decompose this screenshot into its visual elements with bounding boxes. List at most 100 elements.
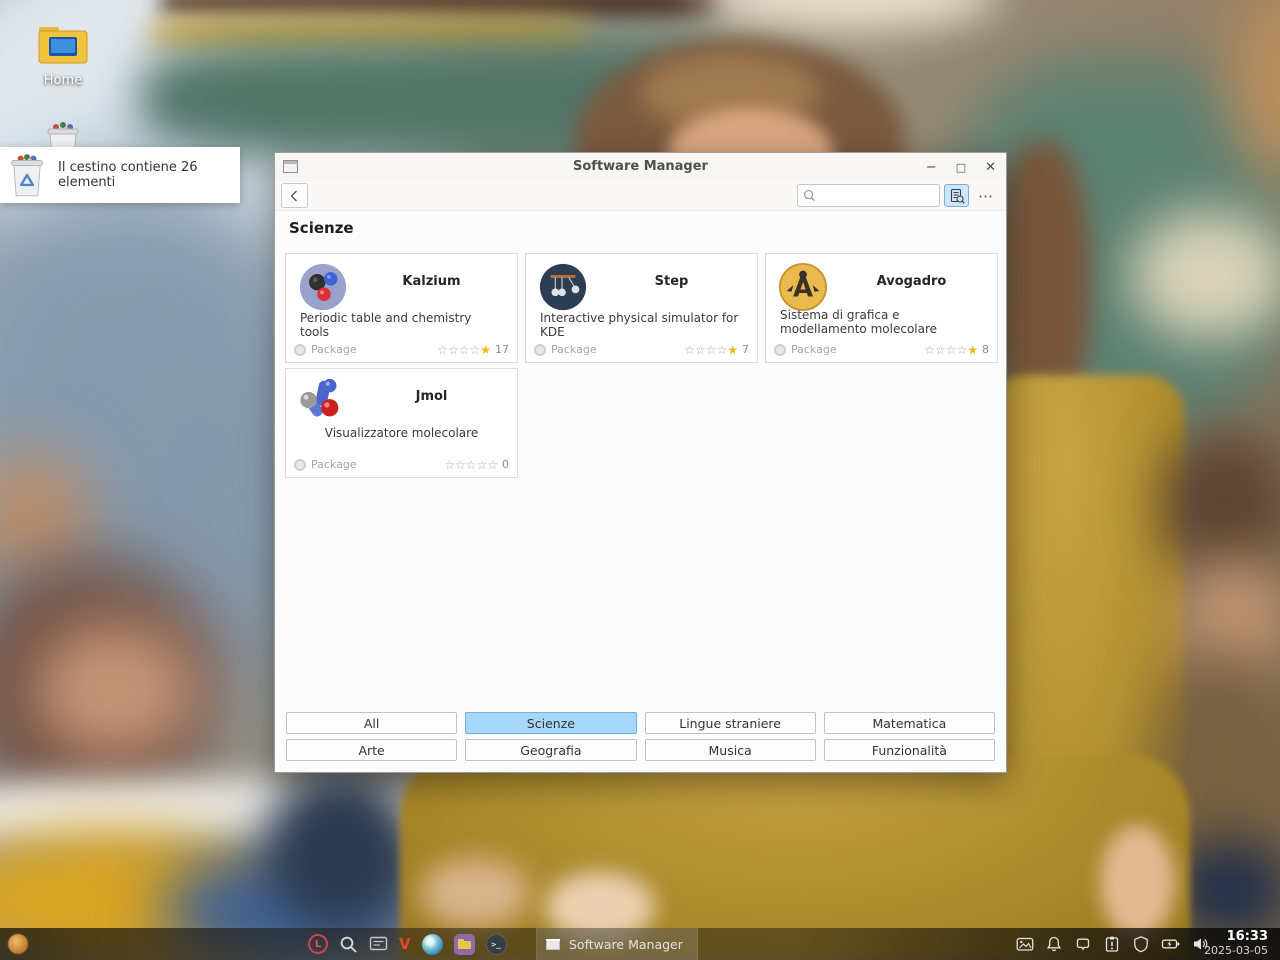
battery-charging-tray-icon[interactable] — [1161, 935, 1181, 953]
package-icon — [534, 344, 546, 356]
update-manager-tray-icon[interactable] — [1103, 935, 1121, 953]
desktop-screen: Home Il cestino contiene 26 elementi Sof… — [0, 0, 1280, 960]
step-icon — [538, 262, 588, 312]
package-label: Package — [551, 343, 597, 356]
rating-star-gold: ★ — [967, 344, 978, 356]
software-manager-window: Software Manager − □ ✕ — [274, 152, 1007, 773]
clock-date: 2025-03-05 — [1192, 944, 1268, 958]
kalzium-icon — [298, 262, 348, 312]
taskbar-window-label: Software Manager — [569, 937, 683, 952]
category-button-musica[interactable]: Musica — [645, 739, 816, 761]
app-card-step[interactable]: Step Interactive physical simulator for … — [525, 253, 758, 363]
screenshot-tray-icon[interactable] — [1016, 935, 1034, 953]
category-button-geografia[interactable]: Geografia — [465, 739, 636, 761]
category-button-lingue-straniere[interactable]: Lingue straniere — [645, 712, 816, 734]
trash-tooltip: Il cestino contiene 26 elementi — [0, 147, 240, 203]
libreoffice-launcher-icon[interactable]: L — [308, 934, 328, 954]
rating-star-gold: ★ — [727, 344, 738, 356]
firewall-shield-tray-icon[interactable] — [1132, 935, 1150, 953]
package-label: Package — [791, 343, 837, 356]
category-button-all[interactable]: All — [286, 712, 457, 734]
window-title: Software Manager — [275, 159, 1006, 174]
back-button[interactable] — [281, 183, 308, 208]
rating-count: 0 — [502, 458, 509, 471]
system-tray — [1016, 928, 1210, 960]
app-name: Kalzium — [354, 274, 509, 289]
vlc-launcher-icon[interactable]: V — [399, 935, 411, 953]
clock[interactable]: 16:33 2025-03-05 — [1192, 930, 1268, 958]
app-description: Periodic table and chemistry tools — [300, 311, 503, 339]
package-icon — [294, 344, 306, 356]
rating-stars: ☆☆☆☆ — [924, 344, 967, 356]
wallpaper-blob — [30, 620, 200, 760]
search-icon — [803, 189, 816, 202]
report-tray-icon[interactable] — [1074, 935, 1092, 953]
notifications-bell-icon[interactable] — [1045, 935, 1063, 953]
avogadro-icon: A — [778, 262, 828, 312]
trash-icon — [8, 151, 46, 199]
app-card-grid: Kalzium Periodic table and chemistry too… — [285, 253, 998, 478]
search-input[interactable] — [819, 186, 931, 205]
home-folder-icon — [38, 24, 88, 66]
launcher-icons: L V >_ — [308, 928, 507, 960]
trash-tooltip-text: Il cestino contiene 26 elementi — [58, 160, 240, 190]
rating-stars: ☆☆☆☆☆ — [444, 459, 498, 471]
software-list-launcher-icon[interactable] — [369, 936, 388, 953]
app-description: Sistema di grafica e modellamento moleco… — [780, 308, 983, 336]
wallpaper-blob — [160, 0, 720, 16]
package-label: Package — [311, 343, 357, 356]
desktop-icon-label: Home — [28, 73, 98, 88]
terminal-launcher-icon[interactable]: >_ — [486, 934, 507, 955]
maximize-button[interactable]: □ — [956, 162, 966, 173]
menu-launcher-icon[interactable] — [8, 934, 28, 954]
rating-star-gold: ★ — [480, 344, 491, 356]
jmol-icon — [298, 377, 348, 427]
wallpaper-blob — [1160, 430, 1280, 580]
app-name: Jmol — [354, 389, 509, 404]
app-card-footer: Package ☆☆☆☆ ★ 8 — [774, 342, 989, 357]
app-card-avogadro[interactable]: A Avogadro Sistema di grafica e modellam… — [765, 253, 998, 363]
app-card-footer: Package ☆☆☆☆ ★ 17 — [294, 342, 509, 357]
browser-launcher-icon[interactable] — [422, 934, 443, 955]
files-launcher-icon[interactable] — [454, 934, 475, 955]
app-name: Avogadro — [834, 274, 989, 289]
toolbar: ⋯ — [275, 181, 1006, 211]
clock-time: 16:33 — [1192, 930, 1268, 944]
search-in-list-button[interactable] — [944, 184, 969, 207]
rating-stars: ☆☆☆☆ — [684, 344, 727, 356]
category-button-matematica[interactable]: Matematica — [824, 712, 995, 734]
document-search-icon — [949, 188, 965, 204]
menu-button[interactable]: ⋯ — [974, 184, 998, 207]
category-button-arte[interactable]: Arte — [286, 739, 457, 761]
wallpaper-blob — [700, 0, 1000, 30]
category-button-scienze[interactable]: Scienze — [465, 712, 636, 734]
search-launcher-icon[interactable] — [339, 935, 358, 954]
app-card-footer: Package ☆☆☆☆☆ 0 — [294, 457, 509, 472]
section-title: Scienze — [289, 219, 354, 237]
desktop-icon-home[interactable]: Home — [28, 24, 98, 88]
app-card-jmol[interactable]: Jmol Visualizzatore molecolare Package ☆… — [285, 368, 518, 478]
app-description: Interactive physical simulator for KDE — [540, 311, 743, 339]
taskbar-window-button[interactable]: Software Manager — [536, 928, 698, 960]
close-button[interactable]: ✕ — [985, 161, 996, 174]
rating-count: 8 — [982, 343, 989, 356]
package-icon — [774, 344, 786, 356]
rating-stars: ☆☆☆☆ — [437, 344, 480, 356]
wallpaper-blob — [1130, 210, 1280, 340]
titlebar[interactable]: Software Manager − □ ✕ — [275, 153, 1006, 181]
app-card-kalzium[interactable]: Kalzium Periodic table and chemistry too… — [285, 253, 518, 363]
trash-icon — [44, 121, 82, 149]
app-name: Step — [594, 274, 749, 289]
minimize-button[interactable]: − — [926, 161, 937, 174]
rating-count: 7 — [742, 343, 749, 356]
app-description: Visualizzatore molecolare — [300, 426, 503, 440]
wallpaper-blob — [1100, 825, 1175, 940]
search-box[interactable] — [797, 184, 940, 207]
category-buttons: All Scienze Lingue straniere Matematica … — [286, 712, 995, 761]
taskbar: L V >_ Software Manager — [0, 928, 1280, 960]
package-icon — [294, 459, 306, 471]
wallpaper-blob — [265, 770, 415, 930]
category-button-funzionalita[interactable]: Funzionalità — [824, 739, 995, 761]
rating-count: 17 — [495, 343, 509, 356]
window-glyph-icon — [546, 939, 560, 950]
